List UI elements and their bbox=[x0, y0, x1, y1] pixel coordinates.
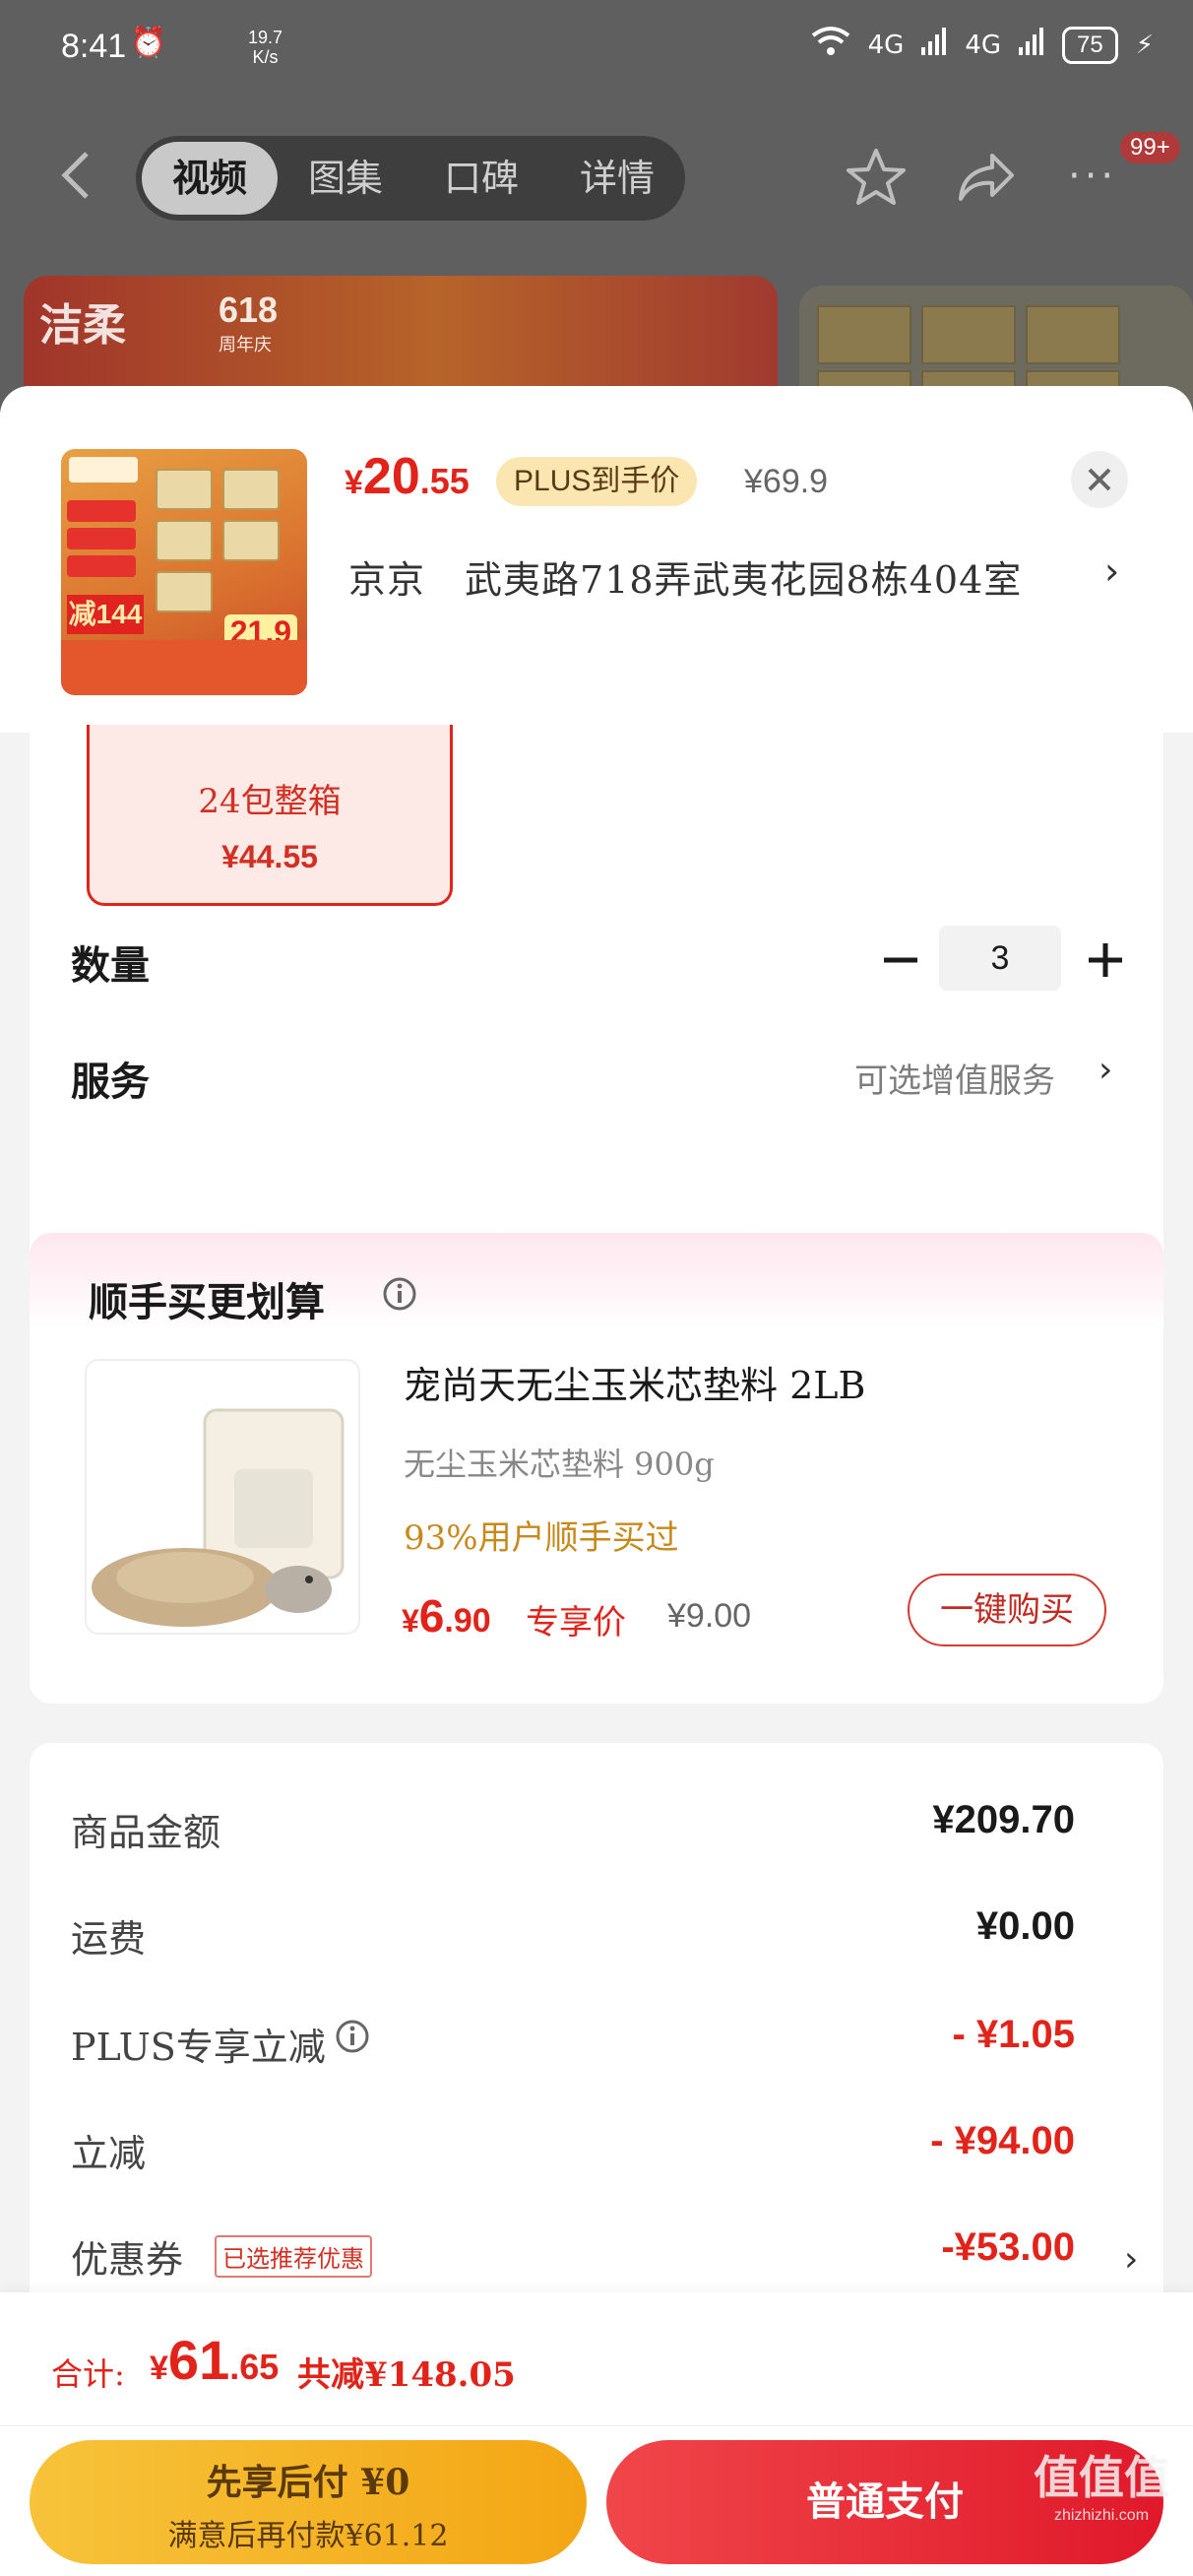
chevron-right-icon[interactable]: › bbox=[1099, 1050, 1112, 1090]
plus-icon bbox=[1089, 943, 1122, 977]
tab-reviews[interactable]: 口碑 bbox=[413, 142, 549, 215]
alarm-icon: ⏰ bbox=[130, 26, 167, 60]
coupon-recommended-tag: 已选推荐优惠 bbox=[215, 2235, 372, 2278]
chevron-right-icon[interactable]: › bbox=[1124, 2239, 1138, 2280]
addon-card: 顺手买更划算 宠尚天无尘玉米芯垫料 2LB 无尘玉米芯垫料 900g 93%用户… bbox=[30, 1233, 1163, 1704]
variant-name: 24包整箱 bbox=[198, 782, 342, 821]
summary-value-shipping: ¥0.00 bbox=[975, 1904, 1075, 1948]
back-button[interactable] bbox=[57, 150, 96, 201]
original-price: ¥69.9 bbox=[744, 463, 829, 500]
summary-label-plus-discount: PLUS专享立减 bbox=[71, 2026, 326, 2069]
banner-event-sub: 周年庆 bbox=[219, 335, 272, 354]
net-speed-unit: K/s bbox=[252, 47, 279, 67]
addon-title: 顺手买更划算 bbox=[89, 1279, 325, 1325]
addon-product-name[interactable]: 宠尚天无尘玉米芯垫料 2LB bbox=[404, 1355, 865, 1409]
addon-product-image[interactable] bbox=[85, 1359, 360, 1635]
variant-option-selected[interactable]: 24包整箱 ¥44.55 bbox=[87, 725, 453, 906]
share-button[interactable] bbox=[955, 150, 1018, 205]
summary-value-goods: ¥209.70 bbox=[932, 1798, 1075, 1841]
pay-later-subtitle: 满意后再付款¥61.12 bbox=[167, 2519, 449, 2553]
more-dots-icon: ··· bbox=[1068, 154, 1118, 199]
pay-later-title: 先享后付 ¥0 bbox=[206, 2462, 410, 2503]
signal-4g-1: 4G bbox=[867, 30, 905, 60]
status-left-icons: ⏰ bbox=[130, 26, 166, 60]
signal-4g-2: 4G bbox=[965, 30, 1002, 60]
recipient-name: 京京 bbox=[348, 558, 426, 602]
chevron-left-icon bbox=[61, 152, 89, 199]
product-top-nav: 视频 图集 口碑 详情 ··· 99+ bbox=[0, 128, 1193, 226]
chevron-right-icon[interactable]: › bbox=[1104, 549, 1119, 593]
checkout-bar: 合计: ¥61.65 共减¥148.05 先享后付 ¥0 满意后再付款¥61.1… bbox=[0, 2292, 1193, 2576]
banner-event: 618 周年庆 bbox=[219, 290, 278, 356]
quantity-increase-button[interactable] bbox=[1081, 935, 1130, 985]
pay-later-button[interactable]: 先享后付 ¥0 满意后再付款¥61.12 bbox=[30, 2440, 587, 2564]
product-thumbnail: 减144 21.9 bbox=[61, 449, 307, 695]
status-time: 8:41 bbox=[61, 28, 127, 65]
banner-brand: 洁柔 bbox=[39, 300, 126, 351]
price-summary-card: 商品金额 ¥209.70 运费 ¥0.00 PLUS专享立减 - ¥1.05 立… bbox=[30, 1743, 1163, 2334]
one-click-buy-button[interactable]: 一键购买 bbox=[908, 1574, 1106, 1646]
media-tab-bar: 视频 图集 口碑 详情 bbox=[136, 136, 685, 221]
total-saved: 共减¥148.05 bbox=[297, 2355, 516, 2395]
net-speed: 19.7 K/s bbox=[248, 28, 283, 67]
more-button[interactable]: ··· bbox=[1068, 154, 1117, 199]
tab-video[interactable]: 视频 bbox=[142, 142, 278, 215]
status-right-icons: 4G 4G 75 ⚡ bbox=[811, 26, 1154, 64]
tab-details[interactable]: 详情 bbox=[549, 142, 685, 215]
message-badge: 99+ bbox=[1120, 132, 1180, 163]
share-icon bbox=[959, 154, 1014, 201]
summary-value-coupon[interactable]: -¥53.00 bbox=[941, 2225, 1075, 2270]
charging-icon: ⚡ bbox=[1135, 30, 1154, 60]
addon-price: ¥6.90 bbox=[402, 1590, 491, 1642]
banner-event-main: 618 bbox=[219, 290, 279, 330]
signal-bars-icon-2 bbox=[1019, 28, 1044, 62]
variant-price: ¥44.55 bbox=[221, 839, 318, 874]
summary-label-instant-discount: 立减 bbox=[71, 2132, 147, 2175]
favorite-button[interactable] bbox=[845, 146, 908, 209]
quantity-decrease-button[interactable] bbox=[876, 935, 925, 985]
close-button[interactable] bbox=[1071, 451, 1128, 508]
close-icon bbox=[1088, 468, 1111, 491]
net-speed-value: 19.7 bbox=[248, 28, 283, 47]
sheet-header: 减144 21.9 ¥20.55 PLUS到手价 ¥69.9 京京 武夷路718弄… bbox=[0, 386, 1193, 733]
value-added-service-link[interactable]: 可选增值服务 bbox=[854, 1054, 1055, 1102]
tab-gallery[interactable]: 图集 bbox=[278, 142, 413, 215]
summary-value-instant-discount: - ¥94.00 bbox=[930, 2119, 1075, 2162]
battery-indicator: 75 bbox=[1062, 26, 1118, 64]
quantity-input[interactable]: 3 bbox=[939, 926, 1061, 991]
purchase-sheet: 减144 21.9 ¥20.55 PLUS到手价 ¥69.9 京京 武夷路718弄… bbox=[0, 386, 1193, 2576]
current-price: ¥20.55 bbox=[345, 448, 470, 505]
summary-label-shipping: 运费 bbox=[71, 1917, 147, 1961]
summary-label-goods: 商品金额 bbox=[71, 1811, 221, 1854]
service-label: 服务 bbox=[71, 1059, 150, 1105]
shipping-address[interactable]: 京京 武夷路718弄武夷花园8栋404室 bbox=[348, 549, 1022, 604]
summary-label-coupon[interactable]: 优惠券 bbox=[71, 2229, 183, 2284]
summary-value-plus-discount: - ¥1.05 bbox=[952, 2013, 1075, 2056]
total-label: 合计: bbox=[51, 2355, 125, 2393]
info-icon[interactable] bbox=[382, 1276, 417, 1312]
watermark-logo: 值值值 zhizhizhi.com bbox=[1034, 2451, 1169, 2524]
total-row: 合计: ¥61.65 共减¥148.05 bbox=[0, 2292, 1193, 2426]
addon-product-spec: 无尘玉米芯垫料 900g bbox=[404, 1446, 715, 1483]
star-icon bbox=[847, 149, 906, 205]
address-detail: 武夷路718弄武夷花园8栋404室 bbox=[465, 558, 1023, 602]
addon-exclusive-label: 专享价 bbox=[526, 1603, 626, 1642]
thumb-discount: 减144 bbox=[67, 595, 144, 634]
minus-icon bbox=[884, 957, 917, 963]
addon-original-price: ¥9.00 bbox=[667, 1597, 752, 1635]
quantity-label: 数量 bbox=[71, 942, 150, 989]
total-price: ¥61.65 bbox=[150, 2329, 280, 2391]
plus-price-badge: PLUS到手价 bbox=[496, 457, 698, 506]
addon-social-proof: 93%用户顺手买过 bbox=[404, 1518, 679, 1558]
signal-bars-icon bbox=[921, 28, 947, 62]
status-bar: 8:41 ⏰ 19.7 K/s 4G 4G 75 ⚡ bbox=[0, 0, 1193, 98]
info-icon[interactable] bbox=[335, 2019, 370, 2054]
wifi-icon bbox=[811, 26, 850, 64]
